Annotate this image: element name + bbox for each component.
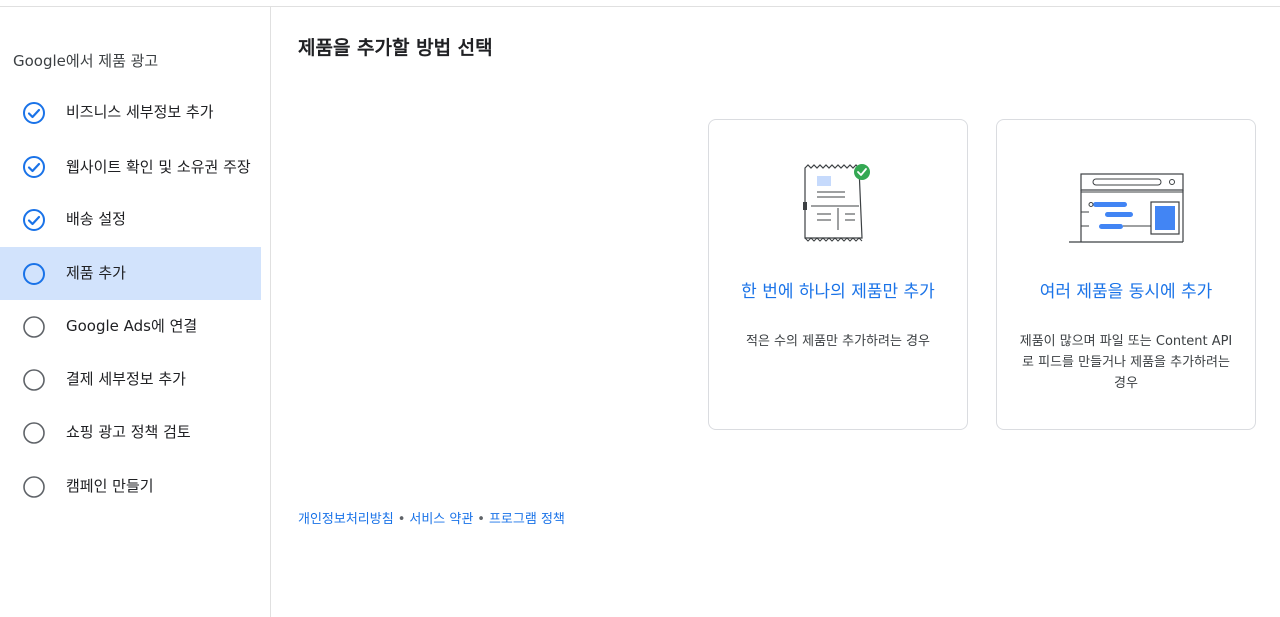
check-circle-icon — [22, 101, 46, 125]
step-billing[interactable]: 결제 세부정보 추가 — [0, 362, 261, 397]
step-create-campaign[interactable]: 캠페인 만들기 — [0, 469, 261, 504]
step-business-info[interactable]: 비즈니스 세부정보 추가 — [0, 95, 261, 130]
step-label: 쇼핑 광고 정책 검토 — [66, 423, 191, 441]
multiple-products-feed-icon — [997, 160, 1255, 250]
step-website-claim[interactable]: 웹사이트 확인 및 소유권 주장 — [0, 144, 261, 190]
card-description: 적은 수의 제품만 추가하려는 경우 — [746, 334, 930, 349]
step-label: 배송 설정 — [66, 210, 126, 228]
terms-of-service-link[interactable]: 서비스 약관 — [409, 512, 473, 527]
step-connect-ads[interactable]: Google Ads에 연결 — [0, 309, 261, 344]
check-circle-icon — [22, 208, 46, 232]
setup-sidebar: Google에서 제품 광고 비즈니스 세부정보 추가 웹사이트 확인 및 소유… — [0, 7, 271, 617]
current-step-circle-icon — [22, 262, 46, 286]
empty-circle-icon — [22, 475, 46, 499]
card-title: 여러 제품을 동시에 추가 — [1039, 282, 1213, 302]
single-product-receipt-icon — [709, 160, 967, 250]
footer-links: 개인정보처리방침 • 서비스 약관 • 프로그램 정책 — [298, 508, 565, 527]
empty-circle-icon — [22, 421, 46, 445]
top-divider — [0, 0, 1280, 7]
step-label: 캠페인 만들기 — [66, 477, 154, 495]
sidebar-title: Google에서 제품 광고 — [13, 52, 159, 70]
step-label: 비즈니스 세부정보 추가 — [66, 103, 214, 121]
footer-separator: • — [477, 512, 485, 527]
step-label: Google Ads에 연결 — [66, 317, 198, 335]
step-label: 결제 세부정보 추가 — [66, 370, 186, 388]
step-policy-review[interactable]: 쇼핑 광고 정책 검토 — [0, 415, 261, 450]
page-title: 제품을 추가할 방법 선택 — [298, 37, 493, 59]
footer-separator: • — [397, 512, 406, 527]
program-policies-link[interactable]: 프로그램 정책 — [489, 512, 565, 527]
add-multiple-products-card[interactable]: 여러 제품을 동시에 추가 제품이 많으며 파일 또는 Content API로… — [996, 119, 1256, 430]
empty-circle-icon — [22, 315, 46, 339]
privacy-policy-link[interactable]: 개인정보처리방침 — [298, 512, 394, 527]
check-circle-icon — [22, 155, 46, 179]
step-label: 웹사이트 확인 및 소유권 주장 — [66, 157, 251, 176]
add-single-product-card[interactable]: 한 번에 하나의 제품만 추가 적은 수의 제품만 추가하려는 경우 — [708, 119, 968, 430]
card-description: 제품이 많으며 파일 또는 Content API로 피드를 만들거나 제품을 … — [1019, 334, 1233, 391]
step-label: 제품 추가 — [66, 264, 126, 282]
empty-circle-icon — [22, 368, 46, 392]
step-shipping[interactable]: 배송 설정 — [0, 202, 261, 237]
card-title: 한 번에 하나의 제품만 추가 — [741, 282, 935, 302]
step-add-products[interactable]: 제품 추가 — [0, 247, 261, 300]
